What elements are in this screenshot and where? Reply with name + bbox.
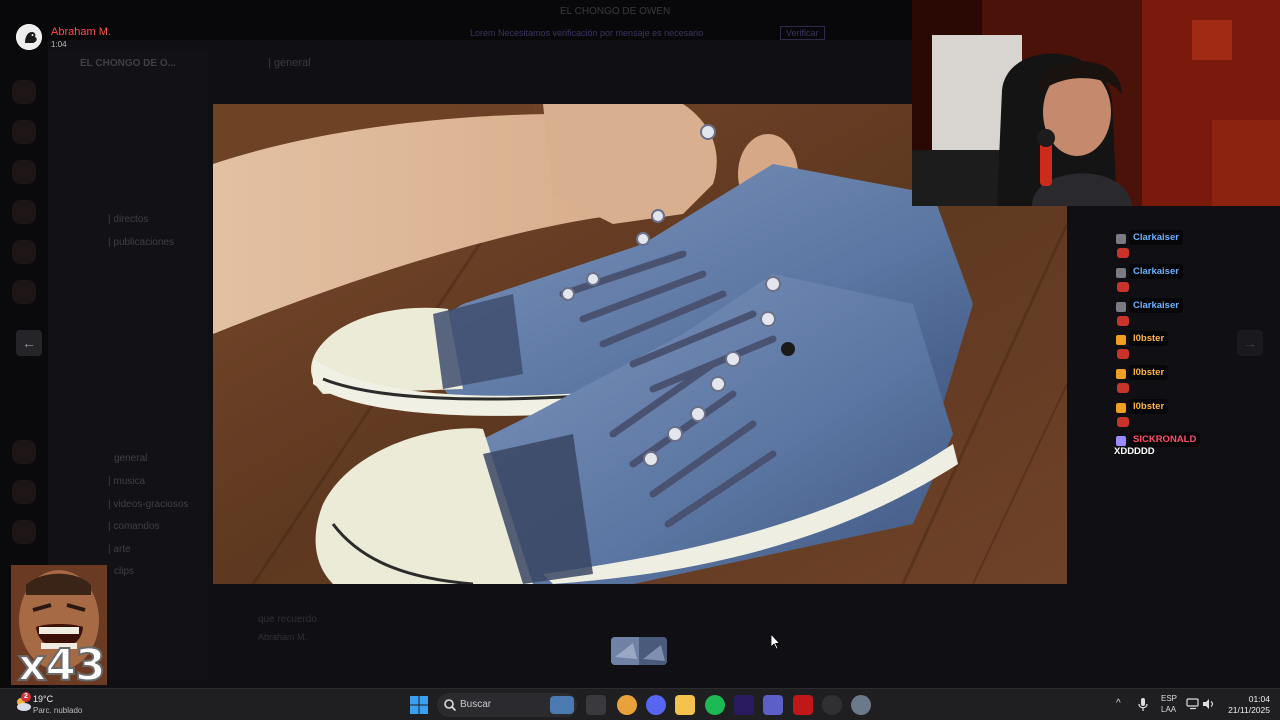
channel-item[interactable]: general — [114, 453, 147, 464]
spotify-icon[interactable] — [705, 695, 725, 715]
emote-icon — [1117, 282, 1129, 292]
mouse-cursor-icon — [771, 634, 781, 650]
sidebar-server-name[interactable]: EL CHONGO DE O... — [80, 58, 176, 69]
upload-time: 1:04 — [51, 40, 67, 49]
webcam-illustration — [912, 0, 1280, 206]
mcafee-icon[interactable] — [793, 695, 813, 715]
avatar-image — [16, 24, 42, 50]
server-icon[interactable] — [12, 120, 36, 144]
search-placeholder: Buscar — [460, 699, 492, 710]
obs-icon[interactable] — [822, 695, 842, 715]
badge-icon — [1116, 268, 1126, 278]
server-icon[interactable] — [12, 520, 36, 544]
chat-username: Clarkaiser — [1129, 264, 1183, 279]
server-icon[interactable] — [12, 80, 36, 104]
folder-icon[interactable] — [675, 695, 695, 715]
volume-icon[interactable] — [1202, 698, 1216, 710]
screen: EL CHONGO DE OWEN Lorem Necesitamos veri… — [0, 0, 1280, 720]
meme-counter: x43 — [17, 639, 107, 692]
network-icon[interactable] — [1186, 698, 1200, 710]
server-icon[interactable] — [12, 480, 36, 504]
server-icon[interactable] — [12, 280, 36, 304]
chrome-icon[interactable] — [617, 695, 637, 715]
server-icon[interactable] — [12, 160, 36, 184]
emote-icon — [1117, 248, 1129, 258]
emote-icon — [1117, 349, 1129, 359]
search-icon — [444, 699, 457, 712]
chat-username: Clarkaiser — [1129, 298, 1183, 313]
server-icon[interactable] — [12, 440, 36, 464]
badge-icon — [1116, 403, 1126, 413]
arrow-left-icon: ← — [22, 335, 36, 351]
microphone-icon[interactable] — [1137, 697, 1149, 713]
thumbnail-strip[interactable] — [611, 637, 667, 665]
emote-icon — [1117, 316, 1129, 326]
settings-icon[interactable] — [851, 695, 871, 715]
discord-top-bar: EL CHONGO DE OWEN Lorem Necesitamos veri… — [0, 0, 912, 40]
channel-header: | general — [268, 57, 311, 69]
discord-icon[interactable] — [646, 695, 666, 715]
taskbar: 2 19°C Parc. nublado Buscar ^ ESP LAA 01… — [0, 688, 1280, 720]
chevron-up-icon[interactable]: ^ — [1116, 698, 1121, 709]
chat-username: l0bster — [1129, 365, 1169, 380]
channel-item[interactable]: | arte — [108, 544, 131, 555]
channel-item[interactable]: | videos-graciosos — [108, 499, 188, 510]
channel-item[interactable]: | musica — [108, 476, 145, 487]
keyboard-layout[interactable]: LAA — [1161, 705, 1176, 714]
chat-username: Clarkaiser — [1129, 230, 1183, 245]
weather-badge: 2 — [21, 692, 31, 702]
chat-message-text: XDDDDD — [1114, 446, 1155, 457]
channel-item[interactable]: | publicaciones — [108, 237, 174, 248]
verification-notice: Lorem Necesitamos verificación por mensa… — [470, 28, 704, 38]
stream-chat: Clarkaiser Clarkaiser Clarkaiser l0bster… — [1112, 206, 1280, 466]
weather-description[interactable]: Parc. nublado — [33, 706, 82, 715]
clock-date[interactable]: 21/11/2025 — [1222, 705, 1270, 715]
badge-icon — [1116, 436, 1126, 446]
emote-icon — [1117, 383, 1129, 393]
chat-username: l0bster — [1129, 399, 1169, 414]
teams-icon[interactable] — [763, 695, 783, 715]
badge-icon — [1116, 302, 1126, 312]
channel-item[interactable]: clips — [114, 566, 134, 577]
avatar[interactable] — [16, 24, 42, 50]
windows-start-icon[interactable] — [409, 695, 429, 715]
webcam-overlay — [912, 0, 1280, 206]
thumbnail-image — [611, 637, 667, 665]
server-icon[interactable] — [12, 200, 36, 224]
channel-item[interactable]: | directos — [108, 214, 148, 225]
verify-button[interactable]: Verificar — [780, 26, 825, 40]
badge-icon — [1116, 335, 1126, 345]
server-title: EL CHONGO DE OWEN — [560, 6, 671, 17]
search-highlight-icon — [550, 696, 574, 714]
clock-time[interactable]: 01:04 — [1232, 694, 1270, 704]
language-indicator[interactable]: ESP — [1161, 694, 1177, 703]
badge-icon — [1116, 234, 1126, 244]
emote-icon — [1117, 417, 1129, 427]
weather-temperature[interactable]: 19°C — [33, 694, 53, 704]
file-manager-icon[interactable] — [586, 695, 606, 715]
server-icon[interactable] — [12, 240, 36, 264]
chat-username: l0bster — [1129, 331, 1169, 346]
previous-image-button[interactable]: ← — [16, 330, 42, 356]
message-preview: que recuerdo — [258, 614, 317, 625]
chat-username: SICKRONALD — [1129, 432, 1201, 447]
premiere-icon[interactable] — [734, 695, 754, 715]
taskbar-search[interactable]: Buscar — [437, 693, 577, 717]
reply-author: Abraham M. — [258, 632, 308, 642]
uploader-name[interactable]: Abraham M. — [51, 26, 111, 38]
badge-icon — [1116, 369, 1126, 379]
channel-item[interactable]: | comandos — [108, 521, 160, 532]
